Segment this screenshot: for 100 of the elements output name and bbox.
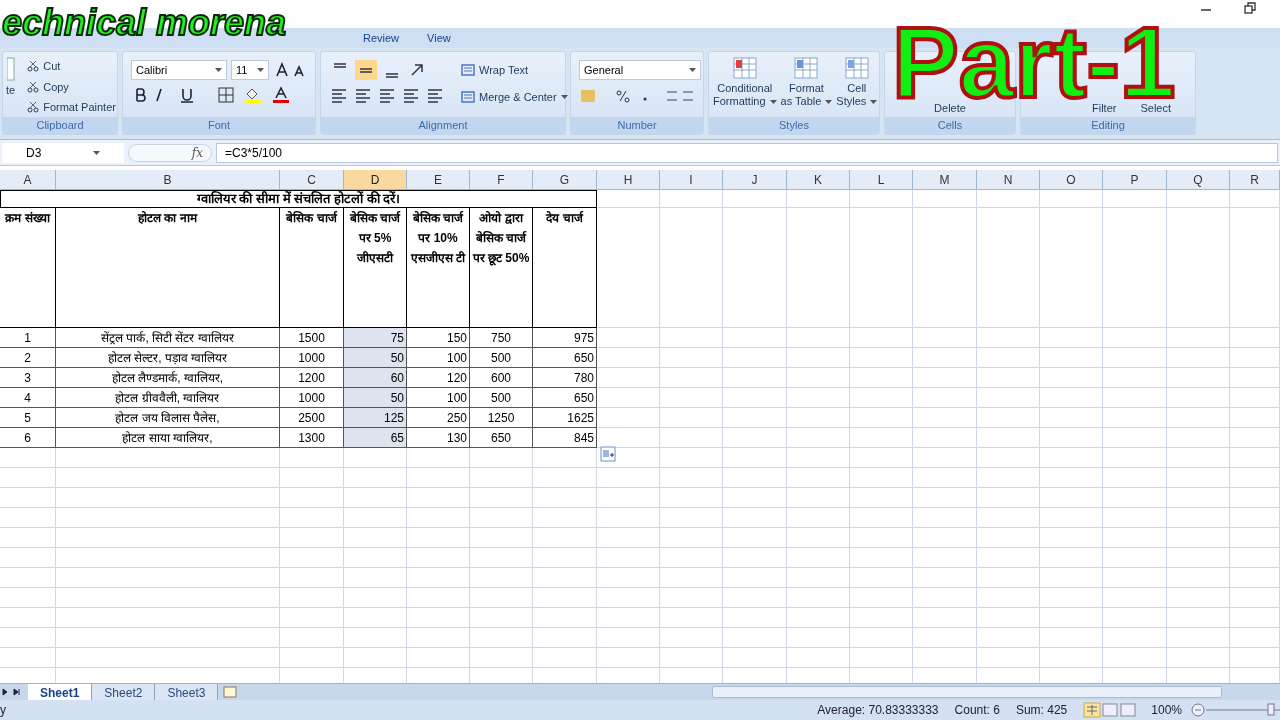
column-header[interactable]: C — [280, 170, 344, 190]
empty-cell — [977, 568, 1040, 588]
column-header[interactable]: F — [470, 170, 533, 190]
table-cell: 650 — [533, 388, 597, 408]
empty-cell — [533, 488, 597, 508]
table-cell: होटल जय विलास पैलेस, — [56, 408, 280, 428]
column-header[interactable]: D — [344, 170, 407, 190]
font-color-icon[interactable] — [271, 86, 291, 104]
empty-cell — [660, 448, 723, 468]
empty-cell — [470, 588, 533, 608]
column-header[interactable]: H — [597, 170, 660, 190]
empty-cell — [1040, 488, 1103, 508]
column-header[interactable]: R — [1230, 170, 1280, 190]
empty-cell — [723, 328, 787, 348]
column-header[interactable]: E — [407, 170, 470, 190]
table-cell: 975 — [533, 328, 597, 348]
align-icon[interactable] — [377, 86, 397, 104]
align-icon[interactable] — [329, 86, 349, 104]
align-icon[interactable] — [425, 86, 445, 104]
empty-cell — [1230, 468, 1280, 488]
empty-cell — [1040, 508, 1103, 528]
empty-cell — [597, 468, 660, 488]
paste-label[interactable]: te — [6, 82, 16, 99]
table-cell: 2 — [0, 348, 56, 368]
empty-cell — [1040, 588, 1103, 608]
empty-cell — [850, 408, 913, 428]
table-cell: 100 — [407, 388, 470, 408]
empty-cell — [407, 588, 470, 608]
empty-cell — [1230, 608, 1280, 628]
empty-cell — [1167, 388, 1230, 408]
caret-icon — [215, 68, 222, 72]
number-format-field[interactable]: General — [579, 60, 701, 80]
font-name-field[interactable]: Calibri — [131, 60, 227, 80]
empty-cell — [1230, 528, 1280, 548]
empty-cell — [850, 628, 913, 648]
empty-cell — [660, 528, 723, 548]
style-button[interactable]: Conditional Formatting — [713, 56, 777, 117]
column-header[interactable]: J — [723, 170, 787, 190]
align-icon[interactable] — [353, 86, 373, 104]
wrap-text-button[interactable]: Wrap Text — [457, 62, 572, 79]
ribbon-tab[interactable]: Review — [355, 28, 408, 48]
style-button-label: Conditional — [717, 82, 773, 95]
header-cell: ओयो द्वारा बेसिक चार्ज पर छूट 50% — [470, 208, 533, 328]
clipboard-button[interactable]: Copy — [23, 78, 120, 95]
empty-cell — [787, 568, 850, 588]
empty-cell — [660, 388, 723, 408]
empty-cell — [344, 528, 407, 548]
merge-center-button[interactable]: Merge & Center — [457, 88, 572, 105]
formula-field[interactable]: =C3*5/100 — [216, 142, 1278, 163]
column-header[interactable]: Q — [1167, 170, 1230, 190]
empty-cell — [850, 368, 913, 388]
font-size-field[interactable]: 11 — [231, 60, 269, 80]
borders-icon[interactable] — [217, 86, 235, 104]
vertical-align-icon[interactable] — [355, 60, 377, 80]
column-header[interactable]: I — [660, 170, 723, 190]
empty-cell — [723, 608, 787, 628]
header-cell: बेसिक चार्ज पर 10% एसजीएस टी — [407, 208, 470, 328]
column-header[interactable]: M — [913, 170, 977, 190]
restore-icon[interactable] — [1244, 2, 1256, 14]
empty-cell — [1040, 448, 1103, 468]
column-header[interactable]: L — [850, 170, 913, 190]
column-header[interactable]: G — [533, 170, 597, 190]
name-box[interactable]: D3 — [2, 142, 124, 163]
table-cell: होटल सेल्टर, पड़ाव ग्वालियर — [56, 348, 280, 368]
column-header[interactable]: B — [56, 170, 280, 190]
align-icon[interactable] — [401, 86, 421, 104]
empty-cell — [344, 608, 407, 628]
empty-cell — [470, 448, 533, 468]
empty-cell — [1040, 368, 1103, 388]
empty-cell — [470, 548, 533, 568]
sheet-tab[interactable]: Sheet2 — [92, 684, 156, 700]
empty-cell — [470, 468, 533, 488]
empty-cell — [977, 368, 1040, 388]
insert-function-button[interactable]: fx — [191, 143, 203, 162]
empty-cell — [850, 190, 913, 208]
sheet-tab[interactable]: Sheet3 — [155, 684, 219, 700]
style-button[interactable]: Format as Table — [780, 56, 833, 117]
paste-options-icon[interactable] — [600, 446, 616, 462]
empty-cell — [977, 388, 1040, 408]
column-header[interactable]: A — [0, 170, 56, 190]
sheet-tab[interactable]: Sheet1 — [28, 684, 93, 700]
empty-cell — [0, 568, 56, 588]
zoom-level[interactable]: 100% — [1151, 701, 1182, 719]
zoom-slider-drawing[interactable] — [1190, 702, 1280, 718]
empty-cell — [850, 508, 913, 528]
style-button[interactable]: Cell Styles — [836, 56, 878, 117]
clipboard-button[interactable]: Format Painter — [23, 99, 120, 116]
column-header[interactable]: N — [977, 170, 1040, 190]
empty-cell — [977, 548, 1040, 568]
column-header[interactable]: K — [787, 170, 850, 190]
ribbon-tab[interactable]: View — [419, 28, 459, 48]
horizontal-scrollbar[interactable] — [712, 686, 1222, 698]
empty-cell — [787, 628, 850, 648]
header-cell: देय चार्ज — [533, 208, 597, 328]
column-header[interactable]: O — [1040, 170, 1103, 190]
fill-color-icon[interactable] — [243, 86, 263, 104]
empty-cell — [787, 528, 850, 548]
clipboard-button[interactable]: Cut — [23, 58, 120, 75]
column-header[interactable]: P — [1103, 170, 1167, 190]
empty-cell — [723, 508, 787, 528]
